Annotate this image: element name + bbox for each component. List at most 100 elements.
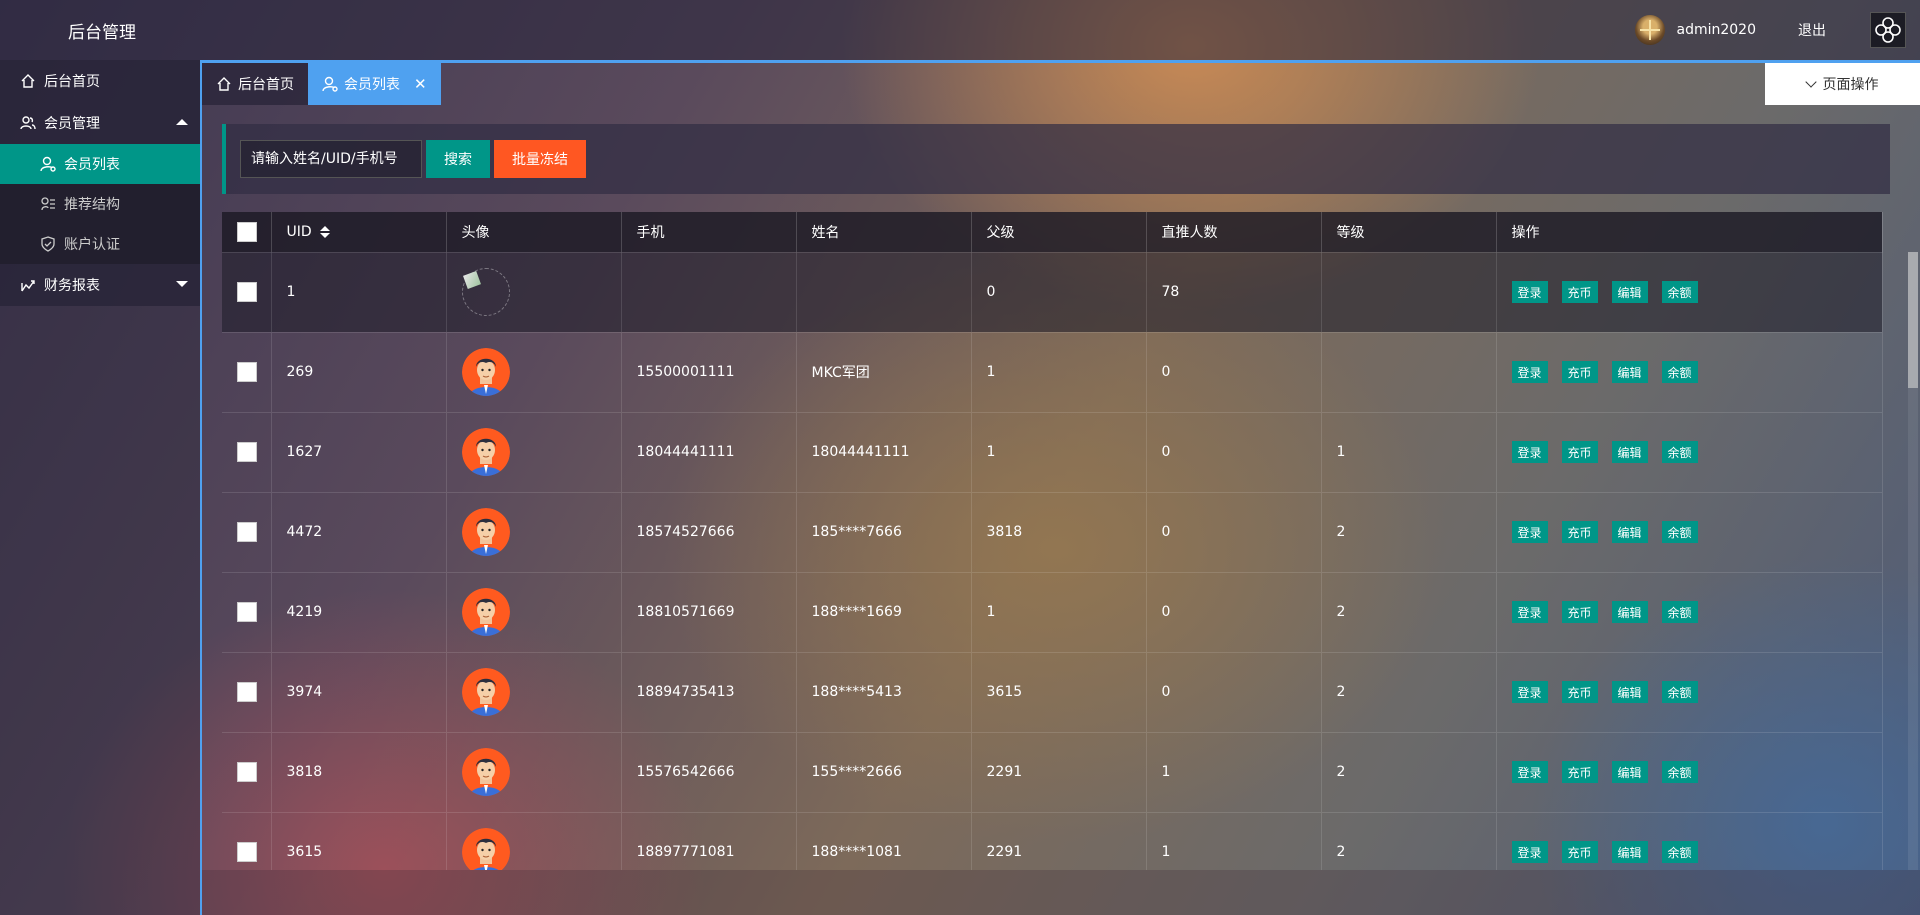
balance-button[interactable]: 余额 bbox=[1661, 441, 1698, 463]
cell-level bbox=[1321, 251, 1497, 332]
balance-button[interactable]: 余额 bbox=[1661, 841, 1698, 864]
search-input[interactable] bbox=[240, 140, 422, 178]
user-name[interactable]: admin2020 bbox=[1677, 22, 1757, 38]
login-button[interactable]: 登录 bbox=[1511, 601, 1548, 623]
row-checkbox[interactable] bbox=[237, 522, 257, 542]
app-title: 后台管理 bbox=[68, 23, 136, 43]
cell-level: 2 bbox=[1321, 491, 1497, 572]
row-checkbox[interactable] bbox=[237, 442, 257, 462]
logout-link[interactable]: 退出 bbox=[1798, 20, 1826, 40]
cell-phone bbox=[621, 251, 797, 332]
cell-phone: 18810571669 bbox=[621, 571, 797, 652]
tree-icon bbox=[40, 196, 56, 212]
edit-button[interactable]: 编辑 bbox=[1611, 521, 1648, 543]
login-button[interactable]: 登录 bbox=[1511, 681, 1548, 703]
row-checkbox[interactable] bbox=[237, 282, 257, 302]
cell-direct-count: 0 bbox=[1146, 571, 1322, 652]
cell-name bbox=[796, 251, 972, 332]
sidebar-item-finance[interactable]: 财务报表 bbox=[0, 264, 200, 306]
cell-parent: 1 bbox=[971, 571, 1147, 652]
cell-avatar bbox=[446, 651, 622, 732]
table-row: 1627 18044441111 18044441111 1 0 1 登录 充币 编辑 余额 bbox=[222, 411, 1883, 492]
cell-avatar bbox=[446, 331, 622, 412]
recharge-button[interactable]: 充币 bbox=[1561, 361, 1598, 383]
shield-icon bbox=[40, 236, 56, 252]
scrollbar-thumb[interactable] bbox=[1908, 252, 1918, 388]
page-ops-dropdown[interactable]: 页面操作 bbox=[1765, 63, 1920, 105]
cell-level: 2 bbox=[1321, 651, 1497, 732]
row-select-cell bbox=[222, 651, 272, 732]
sidebar-item-members[interactable]: 会员管理 bbox=[0, 102, 200, 144]
members-submenu: 会员列表 推荐结构 账户认证 bbox=[0, 144, 200, 264]
balance-button[interactable]: 余额 bbox=[1661, 681, 1698, 703]
balance-button[interactable]: 余额 bbox=[1661, 361, 1698, 383]
balance-button[interactable]: 余额 bbox=[1661, 281, 1698, 303]
edit-button[interactable]: 编辑 bbox=[1611, 761, 1648, 783]
sidebar-item-referral[interactable]: 推荐结构 bbox=[0, 184, 200, 224]
balance-button[interactable]: 余额 bbox=[1661, 761, 1698, 783]
avatar-icon bbox=[461, 428, 510, 476]
sort-icon[interactable] bbox=[319, 225, 330, 238]
row-checkbox[interactable] bbox=[237, 762, 257, 782]
row-select-cell bbox=[222, 411, 272, 492]
col-phone: 手机 bbox=[621, 212, 797, 252]
cell-direct-count: 0 bbox=[1146, 651, 1322, 732]
login-button[interactable]: 登录 bbox=[1511, 761, 1548, 783]
cell-parent: 3818 bbox=[971, 491, 1147, 572]
page-ops-label: 页面操作 bbox=[1822, 77, 1879, 93]
row-checkbox[interactable] bbox=[237, 362, 257, 382]
edit-button[interactable]: 编辑 bbox=[1611, 361, 1648, 383]
recharge-button[interactable]: 充币 bbox=[1561, 441, 1598, 463]
cell-actions: 登录 充币 编辑 余额 bbox=[1496, 811, 1883, 870]
select-all-checkbox[interactable] bbox=[237, 221, 257, 242]
sidebar-menu: 后台首页 会员管理 会员列表 推荐结构 账户认证 财务报表 bbox=[0, 60, 200, 306]
cell-name: 18044441111 bbox=[796, 411, 972, 492]
broken-image-icon bbox=[461, 268, 510, 316]
login-button[interactable]: 登录 bbox=[1511, 841, 1548, 864]
login-button[interactable]: 登录 bbox=[1511, 521, 1548, 543]
search-button[interactable]: 搜索 bbox=[426, 140, 490, 178]
chevron-down-icon bbox=[176, 281, 188, 287]
recharge-button[interactable]: 充币 bbox=[1561, 681, 1598, 703]
cell-avatar bbox=[446, 491, 622, 572]
theme-icon[interactable] bbox=[1870, 12, 1906, 48]
login-button[interactable]: 登录 bbox=[1511, 281, 1548, 303]
table-scrollbar[interactable] bbox=[1908, 252, 1918, 870]
batch-freeze-button[interactable]: 批量冻结 bbox=[494, 140, 586, 178]
edit-button[interactable]: 编辑 bbox=[1611, 281, 1648, 303]
row-checkbox[interactable] bbox=[237, 602, 257, 622]
user-avatar[interactable] bbox=[1634, 15, 1665, 45]
login-button[interactable]: 登录 bbox=[1511, 441, 1548, 463]
row-select-cell bbox=[222, 571, 272, 652]
cell-uid: 4472 bbox=[271, 491, 447, 572]
edit-button[interactable]: 编辑 bbox=[1611, 841, 1648, 864]
main-top-border bbox=[200, 60, 1920, 63]
tab-home[interactable]: 后台首页 bbox=[202, 63, 308, 105]
sidebar-item-home[interactable]: 后台首页 bbox=[0, 60, 200, 102]
balance-button[interactable]: 余额 bbox=[1661, 601, 1698, 623]
recharge-button[interactable]: 充币 bbox=[1561, 281, 1598, 303]
recharge-button[interactable]: 充币 bbox=[1561, 601, 1598, 623]
cell-name: 155****2666 bbox=[796, 731, 972, 812]
cell-phone: 18894735413 bbox=[621, 651, 797, 732]
recharge-button[interactable]: 充币 bbox=[1561, 521, 1598, 543]
tab-member-list[interactable]: 会员列表 ✕ bbox=[308, 63, 441, 105]
row-checkbox[interactable] bbox=[237, 682, 257, 702]
edit-button[interactable]: 编辑 bbox=[1611, 441, 1648, 463]
cell-phone: 18044441111 bbox=[621, 411, 797, 492]
cell-name: MKC军团 bbox=[796, 331, 972, 412]
balance-button[interactable]: 余额 bbox=[1661, 521, 1698, 543]
login-button[interactable]: 登录 bbox=[1511, 361, 1548, 383]
sidebar-item-member-list[interactable]: 会员列表 bbox=[0, 144, 200, 184]
recharge-button[interactable]: 充币 bbox=[1561, 761, 1598, 783]
cell-actions: 登录 充币 编辑 余额 bbox=[1496, 331, 1883, 412]
edit-button[interactable]: 编辑 bbox=[1611, 601, 1648, 623]
row-checkbox[interactable] bbox=[237, 842, 257, 863]
row-actions: 登录 充币 编辑 余额 bbox=[1511, 281, 1882, 303]
col-uid[interactable]: UID bbox=[271, 212, 447, 252]
close-icon[interactable]: ✕ bbox=[414, 75, 427, 93]
edit-button[interactable]: 编辑 bbox=[1611, 681, 1648, 703]
recharge-button[interactable]: 充币 bbox=[1561, 841, 1598, 864]
sidebar-item-verification[interactable]: 账户认证 bbox=[0, 224, 200, 264]
row-select-cell bbox=[222, 811, 272, 870]
